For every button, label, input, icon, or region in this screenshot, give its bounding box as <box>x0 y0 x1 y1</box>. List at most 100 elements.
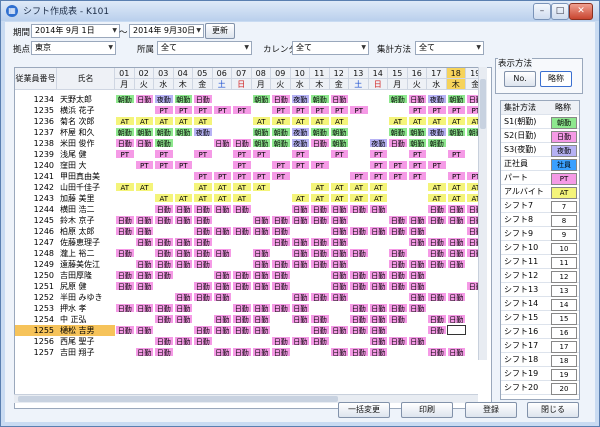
shift-cell[interactable]: AT <box>193 182 213 192</box>
shift-cell[interactable]: 日勤 <box>154 204 174 214</box>
shift-cell[interactable]: 夜勤 <box>290 127 310 137</box>
shift-cell[interactable]: 日勤 <box>134 259 154 269</box>
shift-cell[interactable]: 日勤 <box>407 292 427 302</box>
emp-name-cell[interactable]: 吉田 翔子 <box>57 347 115 358</box>
shift-cell[interactable]: 日勤 <box>368 303 388 313</box>
shift-cell[interactable]: 日勤 <box>271 94 291 104</box>
shift-cell[interactable]: 日勤 <box>368 204 388 214</box>
shift-cell[interactable]: 日勤 <box>310 237 330 247</box>
shift-cell[interactable]: 朝勤 <box>446 94 466 104</box>
shift-cell[interactable]: 朝勤 <box>154 138 174 148</box>
shift-cell[interactable]: 日勤 <box>271 237 291 247</box>
shift-cell[interactable]: 日勤 <box>329 237 349 247</box>
shift-cell[interactable]: 日勤 <box>134 347 154 357</box>
shift-cell[interactable]: 日勤 <box>446 292 466 302</box>
shift-cell[interactable]: 日勤 <box>251 347 271 357</box>
shift-cell[interactable]: 日勤 <box>173 303 193 313</box>
shift-cell[interactable]: PT <box>173 105 193 115</box>
shift-cell[interactable]: 朝勤 <box>115 127 135 137</box>
shift-cell[interactable]: 日勤 <box>290 237 310 247</box>
day-header[interactable]: 14 <box>368 68 388 79</box>
day-header[interactable]: 10 <box>290 68 310 79</box>
shift-cell[interactable]: PT <box>368 149 388 159</box>
shift-cell[interactable]: 日勤 <box>154 303 174 313</box>
shift-cell[interactable]: 日勤 <box>232 314 252 324</box>
shift-cell[interactable]: 日勤 <box>173 215 193 225</box>
shift-cell[interactable]: AT <box>115 116 135 126</box>
shift-cell[interactable]: PT <box>329 105 349 115</box>
emp-name-cell[interactable]: 遠藤美佐江 <box>57 259 115 270</box>
shift-cell[interactable]: 日勤 <box>115 270 135 280</box>
shift-cell[interactable]: 日勤 <box>446 215 466 225</box>
emp-no-cell[interactable]: 1238 <box>15 138 57 149</box>
vertical-scrollbar[interactable] <box>478 67 487 360</box>
emp-no-cell[interactable]: 1254 <box>15 314 57 325</box>
emp-name-cell[interactable]: 加藤 美里 <box>57 193 115 204</box>
emp-name-cell[interactable]: 山田千佳子 <box>57 182 115 193</box>
shift-cell[interactable]: 朝勤 <box>251 94 271 104</box>
emp-name-cell[interactable]: 天野太郎 <box>57 94 115 105</box>
shift-cell[interactable]: 日勤 <box>388 138 408 148</box>
summary-row[interactable]: シフト16 16 <box>501 325 579 339</box>
shift-cell[interactable]: PT <box>154 105 174 115</box>
shift-cell[interactable]: 朝勤 <box>388 127 408 137</box>
emp-name-cell[interactable]: 菊名 次郎 <box>57 116 115 127</box>
shift-cell[interactable]: AT <box>290 116 310 126</box>
shift-cell[interactable]: PT <box>212 105 232 115</box>
shift-cell[interactable]: 日勤 <box>368 226 388 236</box>
period-to-picker[interactable]: 2014年 9月30日 ▼ <box>129 24 204 38</box>
emp-no-cell[interactable]: 1252 <box>15 292 57 303</box>
shift-cell[interactable]: 日勤 <box>271 336 291 346</box>
shift-cell[interactable]: AT <box>446 193 466 203</box>
summary-row[interactable]: S2(日勤) 日勤 <box>501 129 579 143</box>
shift-cell[interactable]: 日勤 <box>115 303 135 313</box>
shift-cell[interactable]: 日勤 <box>115 138 135 148</box>
emp-no-cell[interactable]: 1239 <box>15 149 57 160</box>
emp-no-cell[interactable]: 1246 <box>15 226 57 237</box>
shift-cell[interactable]: AT <box>154 193 174 203</box>
emp-no-cell[interactable]: 1235 <box>15 105 57 116</box>
emp-name-cell[interactable]: 浅尾 健 <box>57 149 115 160</box>
shift-cell[interactable]: 夜勤 <box>290 94 310 104</box>
summary-row[interactable]: アルバイト AT <box>501 185 579 199</box>
emp-no-cell[interactable]: 1242 <box>15 182 57 193</box>
summary-row[interactable]: シフト9 9 <box>501 227 579 241</box>
shift-cell[interactable]: 日勤 <box>193 248 213 258</box>
emp-no-cell[interactable]: 1251 <box>15 281 57 292</box>
shift-cell[interactable]: AT <box>173 193 193 203</box>
shift-cell[interactable]: 日勤 <box>349 303 369 313</box>
shift-cell[interactable]: 日勤 <box>212 226 232 236</box>
shift-cell[interactable]: PT <box>251 149 271 159</box>
shift-cell[interactable]: PT <box>427 160 447 170</box>
shift-cell[interactable]: 日勤 <box>232 270 252 280</box>
shift-cell[interactable]: PT <box>290 105 310 115</box>
shift-cell[interactable]: AT <box>134 182 154 192</box>
shift-cell[interactable]: 日勤 <box>349 347 369 357</box>
shift-cell[interactable]: 日勤 <box>368 347 388 357</box>
shift-cell[interactable]: 朝勤 <box>310 94 330 104</box>
shift-cell[interactable]: AT <box>310 116 330 126</box>
emp-no-cell[interactable]: 1244 <box>15 204 57 215</box>
shift-cell[interactable]: 日勤 <box>446 259 466 269</box>
emp-name-cell[interactable]: 押水 孝 <box>57 303 115 314</box>
emp-name-cell[interactable]: 甲田真由美 <box>57 171 115 182</box>
shift-cell[interactable]: 日勤 <box>329 292 349 302</box>
shift-cell[interactable]: PT <box>310 160 330 170</box>
shift-cell[interactable]: 日勤 <box>388 314 408 324</box>
day-header[interactable]: 01 <box>115 68 135 79</box>
emp-name-cell[interactable]: 窪田 大 <box>57 160 115 171</box>
shift-cell[interactable]: PT <box>232 160 252 170</box>
shift-cell[interactable]: 日勤 <box>329 204 349 214</box>
shift-cell[interactable]: PT <box>446 171 466 181</box>
shift-cell[interactable]: AT <box>173 116 193 126</box>
shift-cell[interactable]: 朝勤 <box>329 138 349 148</box>
shift-cell[interactable]: 日勤 <box>407 215 427 225</box>
shift-cell[interactable]: 日勤 <box>251 281 271 291</box>
method-select[interactable]: 全て ▼ <box>415 41 484 55</box>
shift-cell[interactable]: 日勤 <box>212 292 232 302</box>
shift-cell[interactable]: 日勤 <box>407 226 427 236</box>
summary-row[interactable]: シフト19 19 <box>501 367 579 381</box>
shift-cell[interactable]: AT <box>368 182 388 192</box>
shift-cell[interactable]: 朝勤 <box>446 127 466 137</box>
shift-cell[interactable]: 日勤 <box>329 248 349 258</box>
